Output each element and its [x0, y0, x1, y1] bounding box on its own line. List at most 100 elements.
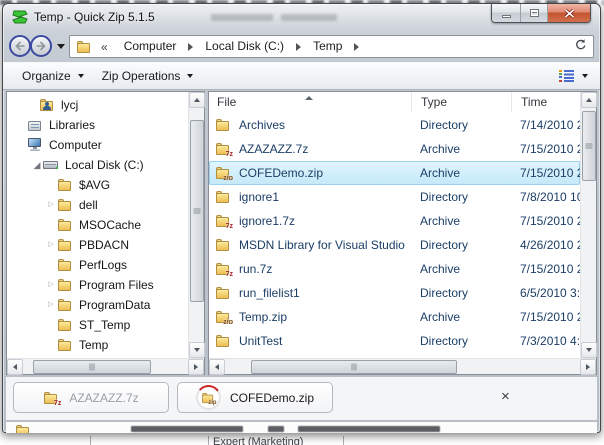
file-type: Archive	[411, 166, 511, 180]
tree-item-computer[interactable]: Computer	[7, 135, 188, 155]
table-row[interactable]: ArchivesDirectory7/14/2010 2	[209, 113, 580, 137]
file-type: Directory	[411, 334, 511, 348]
tree-item-st-temp[interactable]: ST_Temp	[7, 315, 188, 335]
archive-tab[interactable]: 7z AZAZAZZ.7z	[13, 382, 169, 413]
archive-tab[interactable]: zipCOFEDemo.zip	[177, 382, 333, 413]
computer-icon	[27, 138, 44, 152]
table-row[interactable]: MSDN Library for Visual StudioDirectory4…	[209, 233, 580, 257]
folder-7z-icon: 7z	[215, 214, 232, 228]
change-view-button[interactable]	[553, 67, 594, 86]
column-header-label: File	[217, 95, 236, 109]
file-time: 4/26/2010 2	[511, 238, 580, 252]
tree-item-local-disk-c-[interactable]: ◢Local Disk (C:)	[7, 155, 188, 175]
expander-icon[interactable]: ▷	[45, 195, 57, 215]
back-button[interactable]	[9, 35, 31, 57]
background-text: Expert (Marketing)	[213, 436, 303, 445]
table-row[interactable]: UnitTestDirectory7/3/2010 4:	[209, 329, 580, 353]
scroll-down-button[interactable]	[189, 342, 205, 358]
archive-type-badge: 7z	[54, 400, 61, 407]
table-row[interactable]: 7zrun.7zArchive7/15/2010 2	[209, 257, 580, 281]
tree-horizontal-scrollbar[interactable]	[7, 358, 204, 374]
archive-tab-label: AZAZAZZ.7z	[69, 391, 138, 405]
titlebar[interactable]: Temp - Quick Zip 5.1.5	[3, 4, 600, 31]
column-header-type[interactable]: Type	[411, 92, 511, 112]
scrollbar-thumb[interactable]	[582, 111, 596, 181]
scrollbar-thumb[interactable]	[190, 120, 204, 302]
close-icon	[564, 9, 575, 18]
file-time: 7/8/2010 10	[511, 190, 580, 204]
table-row[interactable]: 7zignore1.7zArchive7/15/2010 2	[209, 209, 580, 233]
tree-item-dell[interactable]: ▷dell	[7, 195, 188, 215]
background-table-line	[208, 436, 209, 445]
close-archive-button[interactable]: ×	[497, 388, 514, 406]
scroll-right-button[interactable]	[580, 359, 596, 375]
scroll-up-button[interactable]	[189, 92, 205, 108]
file-name: AZAZAZZ.7z	[239, 142, 308, 156]
tree-item-pbdacn[interactable]: ▷PBDACN	[7, 235, 188, 255]
folder-tree: lycjLibrariesComputer◢Local Disk (C:)$AV…	[7, 92, 188, 358]
recent-pages-dropdown-icon[interactable]	[57, 44, 65, 49]
breadcrumb-overflow-chevrons[interactable]: «	[101, 40, 108, 54]
list-vertical-scrollbar[interactable]	[580, 92, 596, 358]
column-header-time[interactable]: Time	[511, 92, 580, 112]
tree-item-perflogs[interactable]: PerfLogs	[7, 255, 188, 275]
tree-item-temp[interactable]: Temp	[7, 335, 188, 355]
scroll-down-button[interactable]	[581, 342, 597, 358]
scroll-right-button[interactable]	[188, 359, 204, 375]
table-row[interactable]: ignore1Directory7/8/2010 10	[209, 185, 580, 209]
breadcrumb-item[interactable]: Computer	[114, 36, 187, 57]
tree-vertical-scrollbar[interactable]	[188, 92, 204, 358]
tree-item-programdata[interactable]: ▷ProgramData	[7, 295, 188, 315]
scroll-left-button[interactable]	[209, 359, 225, 375]
titlebar-ghost-text	[281, 14, 337, 21]
scrollbar-thumb[interactable]	[33, 360, 151, 374]
tree-item-msocache[interactable]: MSOCache	[7, 215, 188, 235]
tree-item-lycj[interactable]: lycj	[7, 95, 188, 115]
table-row[interactable]: zipCOFEDemo.zipArchive7/15/2010 2	[209, 161, 580, 185]
column-header-file[interactable]: File	[209, 92, 411, 112]
folder-zip-icon: zip	[201, 392, 215, 404]
file-time: 7/15/2010 2	[511, 214, 580, 228]
table-row[interactable]: zipTemp.zipArchive7/15/2010 2	[209, 305, 580, 329]
tree-item--avg[interactable]: $AVG	[7, 175, 188, 195]
expander-icon[interactable]: ◢	[31, 155, 43, 175]
refresh-icon[interactable]	[574, 38, 587, 56]
scroll-left-button[interactable]	[7, 359, 23, 375]
maximize-button[interactable]	[520, 4, 548, 22]
list-horizontal-scrollbar[interactable]	[209, 358, 596, 374]
forward-button[interactable]	[30, 35, 52, 57]
expander-icon[interactable]: ▷	[45, 235, 57, 255]
minimize-button[interactable]	[492, 4, 520, 22]
tree-item-label: MSOCache	[74, 218, 141, 232]
tree-item-libraries[interactable]: Libraries	[7, 115, 188, 135]
chevron-down-icon	[187, 74, 193, 78]
table-row[interactable]: 7zAZAZAZZ.7zArchive7/15/2010 2	[209, 137, 580, 161]
scroll-up-button[interactable]	[581, 92, 597, 108]
column-header-label: Type	[421, 95, 447, 109]
breadcrumb: Computer Local Disk (C:) Temp	[114, 36, 362, 57]
breadcrumb-item[interactable]: Local Disk (C:)	[195, 36, 294, 57]
scrollbar-thumb[interactable]	[251, 360, 457, 374]
expander-icon[interactable]: ▷	[45, 275, 57, 295]
file-list-panel: File Type Time ArchivesDirectory7/14/2010 …	[208, 91, 597, 375]
close-button[interactable]	[548, 4, 590, 22]
address-bar[interactable]: « Computer Local Disk (C:) Temp	[69, 35, 594, 58]
file-name: ignore1	[239, 190, 279, 204]
tree-item-label: Program Files	[74, 278, 154, 292]
file-name: run.7z	[239, 262, 272, 276]
file-type: Archive	[411, 214, 511, 228]
breadcrumb-item[interactable]: Temp	[303, 36, 352, 57]
archive-type-badge: zip	[208, 399, 216, 405]
expander-icon[interactable]: ▷	[45, 295, 57, 315]
zip-operations-menu-button[interactable]: Zip Operations	[93, 65, 203, 87]
folder-icon	[57, 338, 74, 352]
clipped-archive-row	[6, 422, 597, 433]
table-row[interactable]: run_filelist1Directory6/5/2010 3:	[209, 281, 580, 305]
tree-item-program-files[interactable]: ▷ Program Files	[7, 275, 188, 295]
navigation-bar: « Computer Local Disk (C:) Temp	[3, 31, 600, 62]
file-name: run_filelist1	[239, 286, 300, 300]
organize-menu-button[interactable]: Organize	[13, 65, 93, 87]
file-type: Archive	[411, 142, 511, 156]
folder-icon	[57, 258, 74, 272]
sort-ascending-icon	[305, 96, 313, 100]
